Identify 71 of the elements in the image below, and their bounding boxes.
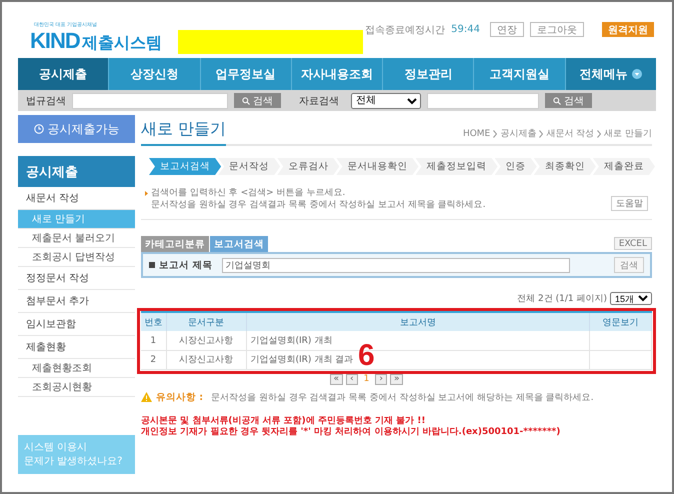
instruction-text: 검색어를 입력하신 후 <검색> 버튼을 누르세요. 문서작성을 원하실 경우 검색결과 목록 중에서 작성하실 보고서 제목을 클릭하세요. <box>151 187 486 212</box>
pagination-button[interactable]: ‹ <box>346 374 358 385</box>
help-button[interactable]: 도움말 <box>611 196 648 212</box>
pagination-button[interactable]: 1 <box>360 374 372 385</box>
data-search-button[interactable]: 검색 <box>545 93 592 108</box>
status-button[interactable]: 공시제출가능 <box>18 115 135 143</box>
step-indicator: 최종확인 <box>534 158 596 175</box>
data-search-field[interactable] <box>427 92 539 108</box>
annotation-number: 6 <box>358 339 375 374</box>
chevron-icon <box>539 130 544 138</box>
breadcrumb-link[interactable]: 공시제출 <box>500 127 536 140</box>
step-indicator: 제출정보입력 <box>416 158 498 175</box>
warning-icon <box>141 392 152 402</box>
chevron-icon <box>597 130 602 138</box>
clock-icon <box>34 124 44 134</box>
law-search-label: 법규검색 <box>26 94 66 108</box>
column-header: 보고서명 <box>246 312 590 332</box>
session-label: 접속종료예정시간 <box>365 24 446 36</box>
pagination-button[interactable]: » <box>390 374 404 385</box>
column-header: 영문보기 <box>590 312 652 332</box>
page-size-select[interactable]: 15개 <box>610 292 652 306</box>
square-bullet-icon <box>149 262 155 268</box>
chevron-icon <box>493 130 498 138</box>
search-icon <box>553 96 561 104</box>
report-link[interactable]: 기업설명회(IR) 개최 <box>250 336 332 346</box>
bullet-icon <box>145 191 148 196</box>
breadcrumb-link[interactable]: HOME <box>462 128 490 138</box>
sidebar-subitem[interactable]: 새로 만들기 <box>18 210 135 229</box>
pagination-button[interactable]: › <box>375 374 387 385</box>
step-indicator: 문서내용확인 <box>336 158 418 175</box>
excel-button[interactable]: EXCEL <box>614 237 652 250</box>
law-search-field[interactable] <box>72 92 228 108</box>
step-indicator: 제출완료 <box>592 158 655 175</box>
logo-mark: KIND <box>30 28 80 54</box>
law-search-button[interactable]: 검색 <box>234 93 281 108</box>
report-title-field[interactable]: 기업설명회 <box>222 258 570 273</box>
breadcrumb-link[interactable]: 새문서 작성 <box>546 127 594 140</box>
pagination-button[interactable]: « <box>330 374 344 385</box>
column-header: 번호 <box>141 312 166 332</box>
warning-text: 공시본문 및 첨부서류(비공개 서류 포함)에 주민등록번호 기재 불가 !! 개인정보 기재가 필요한 경우 뒷자리를 '*' 마킹 처리하여 이용하시기 바랍니다.(ex)500101-*******) <box>141 416 562 440</box>
step-indicator: 오류검사 <box>277 158 340 175</box>
report-link[interactable]: 기업설명회(IR) 개최 결과 <box>250 355 354 366</box>
notice-text: 문서작성을 원하실 경우 검색결과 목록 중에서 작성하실 보고서에 해당하는 제목을 클릭하세요. <box>211 392 594 404</box>
breadcrumb-link[interactable]: 새로 만들기 <box>604 127 652 140</box>
session-timer: 59:44 <box>451 24 480 35</box>
section-title: 공시제출 <box>18 156 135 187</box>
search-icon <box>242 96 250 104</box>
nav-tab[interactable]: 공시제출 <box>18 58 110 90</box>
column-header: 문서구분 <box>166 312 246 332</box>
table-cell: 2 <box>141 350 166 370</box>
header-button[interactable]: 로그아웃 <box>530 22 584 37</box>
search-label: 보고서 제목 <box>159 258 212 272</box>
header-button[interactable]: 연장 <box>490 22 524 37</box>
step-indicator: 보고서검색 <box>149 158 222 175</box>
category-select[interactable]: 전체 <box>351 92 421 108</box>
table-cell: 1 <box>141 331 166 350</box>
remote-support-button[interactable]: 원격지원 <box>602 22 654 37</box>
search-tab[interactable]: 보고서검색 <box>210 236 268 252</box>
page-title: 새로 만들기 <box>141 119 226 146</box>
result-count: 전체 2건 (1/1 페이지) <box>517 293 607 306</box>
search-button[interactable]: 검색 <box>614 257 644 274</box>
search-tab[interactable]: 카테고리분류 <box>141 236 209 252</box>
nav-tab[interactable]: 전체메뉴 <box>566 58 656 90</box>
dropdown-icon <box>632 69 642 79</box>
notice-label: 유의사항 : <box>156 390 204 404</box>
data-search-label: 자료검색 <box>299 94 339 108</box>
logo-text: 제출시스템 <box>82 33 162 54</box>
step-indicator: 문서작성 <box>218 158 280 175</box>
table-cell: 시장신고사항 <box>166 350 246 370</box>
table-cell: 시장신고사항 <box>166 331 246 350</box>
step-indicator: 인증 <box>494 158 537 175</box>
